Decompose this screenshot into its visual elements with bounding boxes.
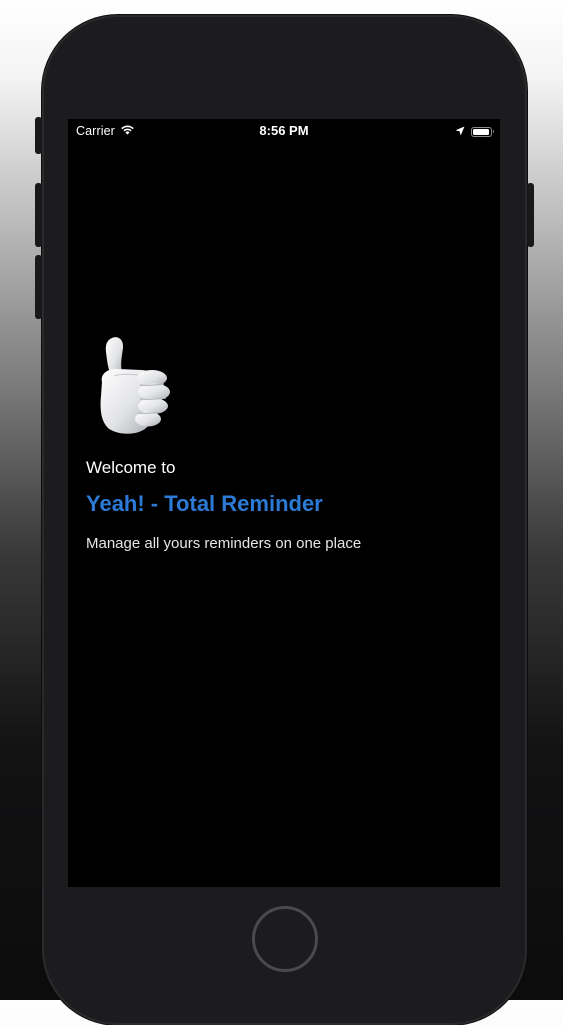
location-arrow-icon [455, 124, 465, 139]
app-tagline: Manage all yours reminders on one place [86, 535, 362, 552]
home-button[interactable] [252, 906, 318, 972]
app-title: Yeah! - Total Reminder [86, 491, 323, 516]
battery-level-fill [473, 128, 489, 135]
volume-up-button [35, 183, 42, 247]
status-right [455, 124, 494, 139]
battery-icon [471, 126, 494, 137]
status-bar: Carrier 8:56 PM [68, 119, 500, 143]
thumbs-up-icon [100, 337, 170, 434]
power-button [527, 183, 534, 247]
mute-switch [35, 117, 42, 154]
volume-down-button [35, 255, 42, 319]
welcome-label: Welcome to [86, 458, 176, 477]
battery-cap [492, 130, 494, 133]
screen: Carrier 8:56 PM Welcome to Yeah! - Total… [68, 119, 500, 887]
status-time: 8:56 PM [259, 123, 309, 138]
